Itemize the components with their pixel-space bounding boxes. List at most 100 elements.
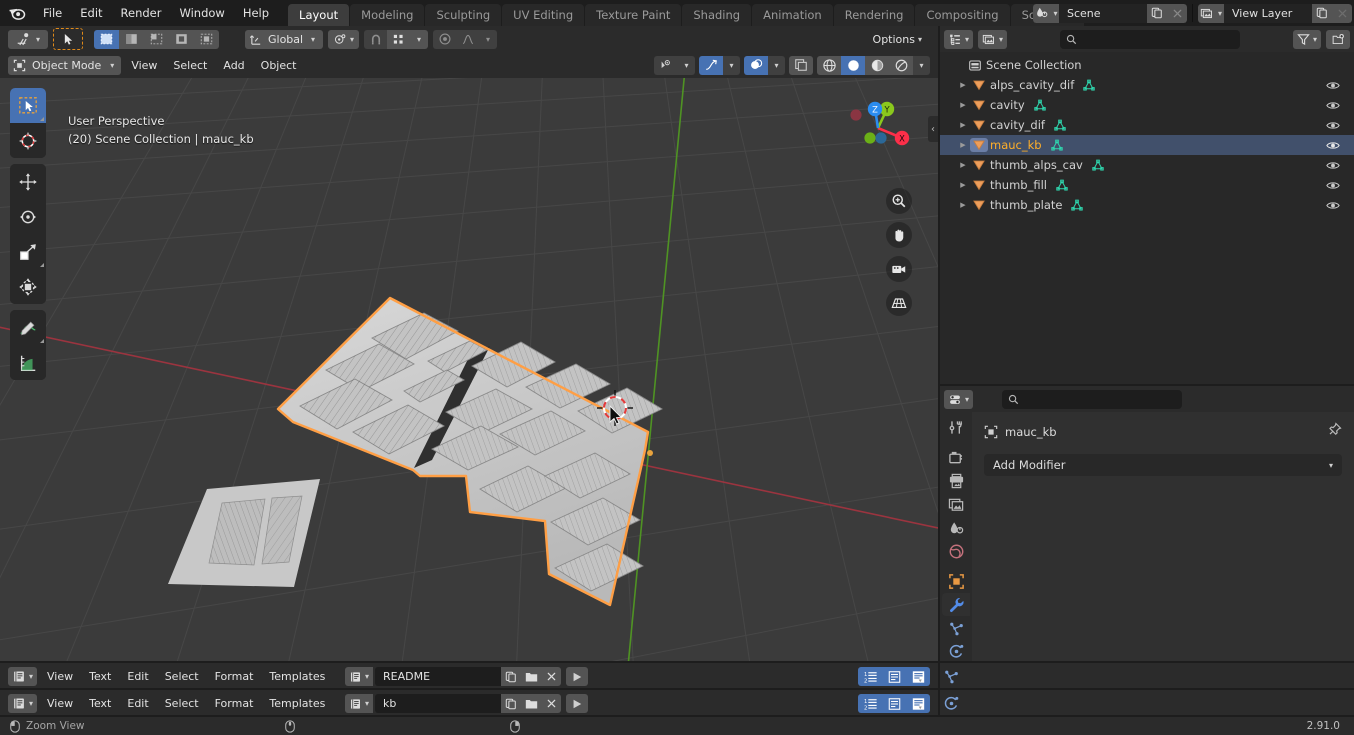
menu-window[interactable]: Window (170, 3, 233, 23)
viewport-canvas[interactable] (0, 78, 938, 663)
gizmo-dropdown[interactable]: ▾ (723, 55, 740, 75)
active-tool-selector[interactable]: ▾ (8, 29, 48, 49)
overlays-icon[interactable] (744, 55, 768, 75)
outliner-row-thumb-plate[interactable]: ▶ thumb_plate (940, 195, 1354, 215)
run-script-button[interactable] (566, 694, 589, 713)
cursor-tool-icon[interactable] (53, 28, 83, 50)
visibility-eye-icon[interactable] (1326, 75, 1340, 95)
filter-id-icon[interactable]: ▾ (978, 29, 1008, 49)
text-menu-edit[interactable]: Edit (121, 694, 154, 713)
text-menu-format[interactable]: Format (209, 667, 260, 686)
text-editor-type-icon[interactable]: ▾ (8, 694, 38, 713)
tab-layout[interactable]: Layout (288, 4, 350, 26)
xray-toggle-icon[interactable] (789, 55, 813, 75)
object-tab[interactable] (942, 570, 970, 593)
visibility-eye-icon[interactable] (1326, 95, 1340, 115)
select-box-tool[interactable] (10, 88, 46, 123)
unlink-text-button[interactable] (541, 694, 562, 713)
tab-texture-paint[interactable]: Texture Paint (585, 4, 682, 26)
text-menu-edit[interactable]: Edit (121, 667, 154, 686)
visibility-eye-icon[interactable] (654, 55, 678, 75)
select-intersect-icon[interactable] (194, 29, 219, 49)
text-filename[interactable]: kb (375, 694, 502, 713)
pin-icon[interactable] (1327, 422, 1342, 437)
rotate-tool[interactable] (10, 199, 46, 234)
outliner-row-cavity[interactable]: ▶ cavity (940, 95, 1354, 115)
outliner-row-thumb-fill[interactable]: ▶ thumb_fill (940, 175, 1354, 195)
unlink-scene-button[interactable] (1167, 3, 1187, 23)
expand-triangle-icon[interactable]: ▶ (956, 161, 970, 169)
expand-triangle-icon[interactable]: ▶ (956, 141, 970, 149)
properties-editor-icon[interactable]: ▾ (944, 389, 974, 409)
text-filename[interactable]: README (375, 667, 502, 686)
visibility-eye-icon[interactable] (1326, 115, 1340, 135)
expand-triangle-icon[interactable]: ▶ (956, 81, 970, 89)
menu-render[interactable]: Render (112, 3, 171, 23)
word-wrap-icon[interactable] (882, 667, 906, 686)
mesh-data-icon[interactable] (1082, 79, 1096, 92)
world-tab[interactable] (942, 539, 970, 562)
expand-triangle-icon[interactable]: ▶ (956, 101, 970, 109)
proportional-edit-icon[interactable] (433, 29, 457, 49)
outliner-row-alps-cavity-dif[interactable]: ▶ alps_cavity_dif (940, 75, 1354, 95)
blender-logo-icon[interactable] (0, 0, 34, 26)
tab-shading[interactable]: Shading (682, 4, 752, 26)
tab-compositing[interactable]: Compositing (915, 4, 1010, 26)
mesh-data-icon[interactable] (1033, 99, 1047, 112)
divider-viewport-text[interactable] (0, 661, 1354, 663)
text-menu-select[interactable]: Select (159, 667, 205, 686)
tool-expand-corner[interactable] (40, 263, 44, 267)
divider-vertical-main[interactable] (938, 26, 940, 717)
new-view-layer-button[interactable] (1312, 3, 1332, 23)
properties-search-input[interactable] (1001, 389, 1182, 409)
text-menu-text[interactable]: Text (83, 694, 117, 713)
text-menu-templates[interactable]: Templates (263, 667, 331, 686)
gizmo-icon[interactable] (699, 55, 723, 75)
annotate-tool[interactable] (10, 310, 46, 345)
measure-tool[interactable] (10, 345, 46, 380)
open-text-button[interactable] (521, 694, 542, 713)
rendered-shading-icon[interactable] (889, 55, 913, 75)
tab-uv-editing[interactable]: UV Editing (502, 4, 585, 26)
falloff-curve-icon[interactable] (456, 29, 480, 49)
expand-triangle-icon[interactable]: ▶ (956, 121, 970, 129)
new-scene-button[interactable] (1147, 3, 1167, 23)
remove-view-layer-button[interactable] (1332, 3, 1352, 23)
visibility-eye-icon[interactable] (1326, 135, 1340, 155)
snap-dropdown[interactable]: ▾ (410, 29, 429, 49)
scene-selector[interactable]: ▾ Scene (1033, 3, 1187, 23)
render-tab[interactable] (942, 446, 970, 469)
line-numbers-icon[interactable]: 12 (858, 694, 882, 713)
transform-tool[interactable] (10, 269, 46, 304)
mesh-data-icon[interactable] (1091, 159, 1105, 172)
syntax-highlight-icon[interactable] (906, 667, 930, 686)
line-numbers-icon[interactable]: 12 (858, 667, 882, 686)
unlink-text-button[interactable] (541, 667, 562, 686)
toggle-perspective-button[interactable] (886, 290, 912, 316)
output-tab[interactable] (942, 470, 970, 493)
view-layer-selector[interactable]: ▾ View Layer (1198, 3, 1352, 23)
outliner-scene-collection-row[interactable]: Scene Collection (940, 55, 1354, 75)
tool-tab[interactable] (942, 416, 970, 439)
transform-orientation-selector[interactable]: Global ▾ (245, 29, 323, 49)
text-editor-type-icon[interactable]: ▾ (8, 667, 38, 686)
divider-text1-text2[interactable] (0, 688, 1354, 690)
overlays-dropdown[interactable]: ▾ (768, 55, 785, 75)
visibility-eye-icon[interactable] (1326, 175, 1340, 195)
pivot-point-selector[interactable]: ▾ (328, 29, 360, 49)
text-datablock-icon[interactable]: ▾ (345, 694, 374, 713)
text-editor-1-right-editor-icon[interactable] (938, 667, 964, 686)
new-collection-icon[interactable] (1326, 29, 1350, 49)
modifier-tab[interactable] (942, 593, 970, 617)
options-button[interactable]: Options ▾ (867, 30, 928, 49)
new-text-button[interactable] (501, 694, 522, 713)
visibility-dropdown[interactable]: ▾ (678, 55, 695, 75)
viewport-menu-add[interactable]: Add (217, 56, 250, 75)
mesh-data-icon[interactable] (1053, 119, 1067, 132)
tab-modeling[interactable]: Modeling (350, 4, 425, 26)
select-new-icon[interactable] (94, 29, 119, 49)
particles-tab[interactable] (942, 616, 970, 639)
camera-view-button[interactable] (886, 256, 912, 282)
open-text-button[interactable] (521, 667, 542, 686)
outliner-search-input[interactable] (1060, 29, 1240, 49)
